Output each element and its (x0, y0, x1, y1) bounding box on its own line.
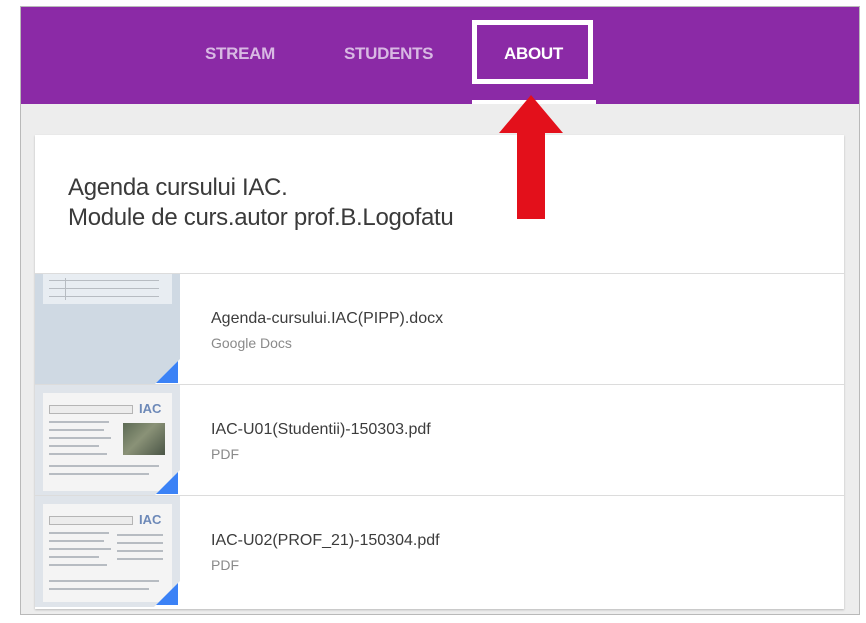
doc-thumbnail (35, 274, 180, 385)
red-arrow-annotation (499, 95, 563, 219)
file-name[interactable]: IAC-U02(PROF_21)-150304.pdf (211, 532, 440, 550)
file-name[interactable]: IAC-U01(Studentii)-150303.pdf (211, 421, 431, 439)
pdf-preview-page: IAC (43, 504, 172, 602)
pdf-preview-heading-box (49, 405, 133, 414)
pdf-preview-page: IAC (43, 393, 172, 491)
file-type: PDF (211, 446, 239, 462)
about-card: Agenda cursului IAC. Module de curs.auto… (35, 135, 844, 609)
course-title-line-1: Agenda cursului IAC. (68, 174, 288, 201)
about-tab-highlight-box (472, 20, 593, 84)
drive-file-icon (156, 472, 178, 494)
file-item[interactable]: IAC IAC-U02(PROF_21)-150304.pdf PDF (35, 495, 844, 607)
doc-preview-table (43, 274, 172, 304)
file-type: PDF (211, 557, 239, 573)
file-name[interactable]: Agenda-cursului.IAC(PIPP).docx (211, 310, 443, 328)
file-item[interactable]: Agenda-cursului.IAC(PIPP).docx Google Do… (35, 273, 844, 385)
pdf-preview-tag: IAC (139, 512, 162, 527)
pdf-thumbnail: IAC (35, 496, 180, 607)
course-title-line-2: Module de curs.autor prof.B.Logofatu (68, 204, 454, 231)
file-item[interactable]: IAC IAC-U01(Studentii)-150303.pdf PDF (35, 384, 844, 496)
tab-students[interactable]: STUDENTS (344, 44, 434, 68)
course-description: Agenda cursului IAC. Module de curs.auto… (68, 173, 668, 233)
drive-file-icon (156, 361, 178, 383)
classroom-window: STREAM STUDENTS ABOUT Agenda cursului IA… (20, 6, 860, 615)
class-header-bar: STREAM STUDENTS ABOUT (21, 7, 859, 104)
pdf-preview-heading-box (49, 516, 133, 525)
tab-stream[interactable]: STREAM (205, 44, 275, 68)
pdf-thumbnail: IAC (35, 385, 180, 496)
pdf-preview-tag: IAC (139, 401, 162, 416)
pdf-preview-photo (123, 423, 165, 455)
file-type: Google Docs (211, 335, 292, 351)
drive-file-icon (156, 583, 178, 605)
